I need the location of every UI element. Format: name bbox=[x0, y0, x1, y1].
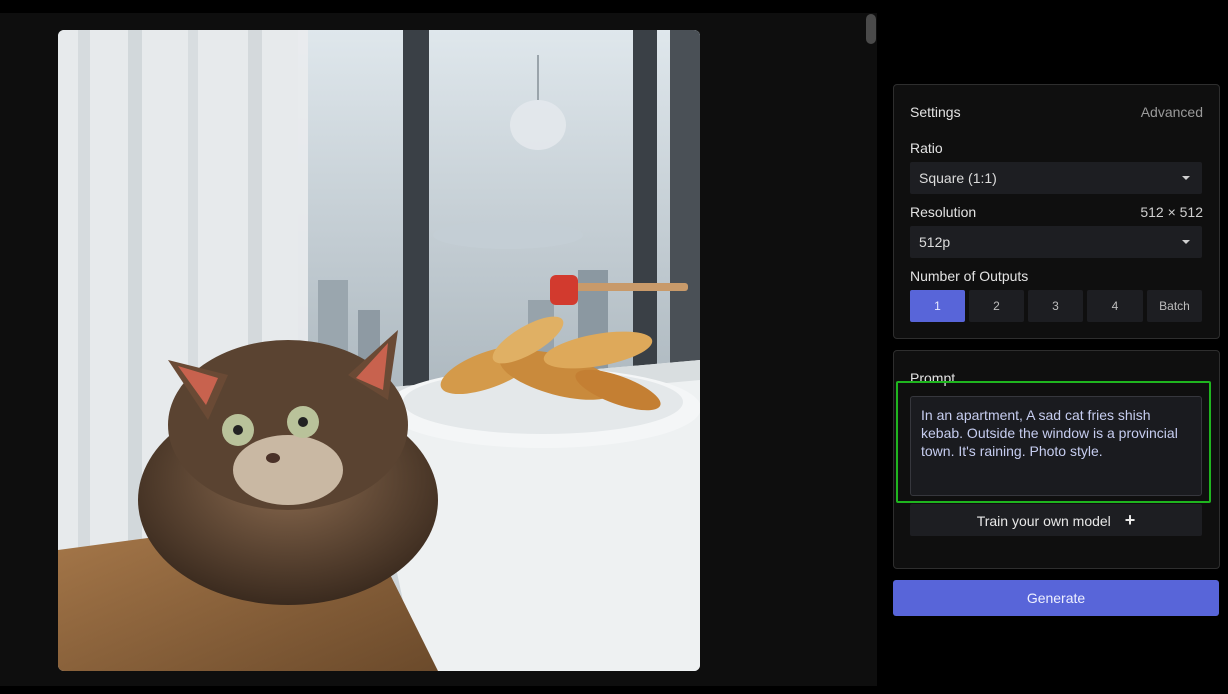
generated-image bbox=[58, 30, 700, 671]
output-count-1-button[interactable]: 1 bbox=[910, 290, 965, 322]
caret-down-icon bbox=[1182, 240, 1190, 244]
caret-down-icon bbox=[1182, 176, 1190, 180]
resolution-value: 512p bbox=[919, 234, 951, 250]
resolution-dimensions: 512 × 512 bbox=[1140, 204, 1203, 220]
ratio-label: Ratio bbox=[910, 140, 943, 156]
resolution-label: Resolution bbox=[910, 204, 977, 220]
output-count-4-button[interactable]: 4 bbox=[1087, 290, 1143, 322]
prompt-panel: Prompt In an apartment, A sad cat fries … bbox=[893, 350, 1220, 569]
ratio-value: Square (1:1) bbox=[919, 170, 997, 186]
output-count-3-button[interactable]: 3 bbox=[1028, 290, 1083, 322]
generate-button[interactable]: Generate bbox=[893, 580, 1219, 616]
resolution-select[interactable]: 512p bbox=[910, 226, 1202, 258]
train-model-button[interactable]: Train your own model + bbox=[910, 504, 1202, 536]
top-strip bbox=[0, 0, 1228, 13]
settings-title: Settings bbox=[910, 104, 961, 120]
output-count-2-button[interactable]: 2 bbox=[969, 290, 1024, 322]
prompt-label: Prompt bbox=[910, 370, 956, 386]
settings-panel: Settings Advanced Ratio Square (1:1) Res… bbox=[893, 84, 1220, 339]
scrollbar-thumb[interactable] bbox=[866, 14, 876, 44]
ratio-select[interactable]: Square (1:1) bbox=[910, 162, 1202, 194]
prompt-input[interactable]: In an apartment, A sad cat fries shish k… bbox=[910, 396, 1202, 496]
outputs-label: Number of Outputs bbox=[910, 268, 1029, 284]
advanced-link[interactable]: Advanced bbox=[1141, 104, 1203, 120]
train-model-label: Train your own model bbox=[976, 513, 1111, 529]
plus-icon: + bbox=[1124, 510, 1136, 530]
output-batch-button[interactable]: Batch bbox=[1147, 290, 1202, 322]
